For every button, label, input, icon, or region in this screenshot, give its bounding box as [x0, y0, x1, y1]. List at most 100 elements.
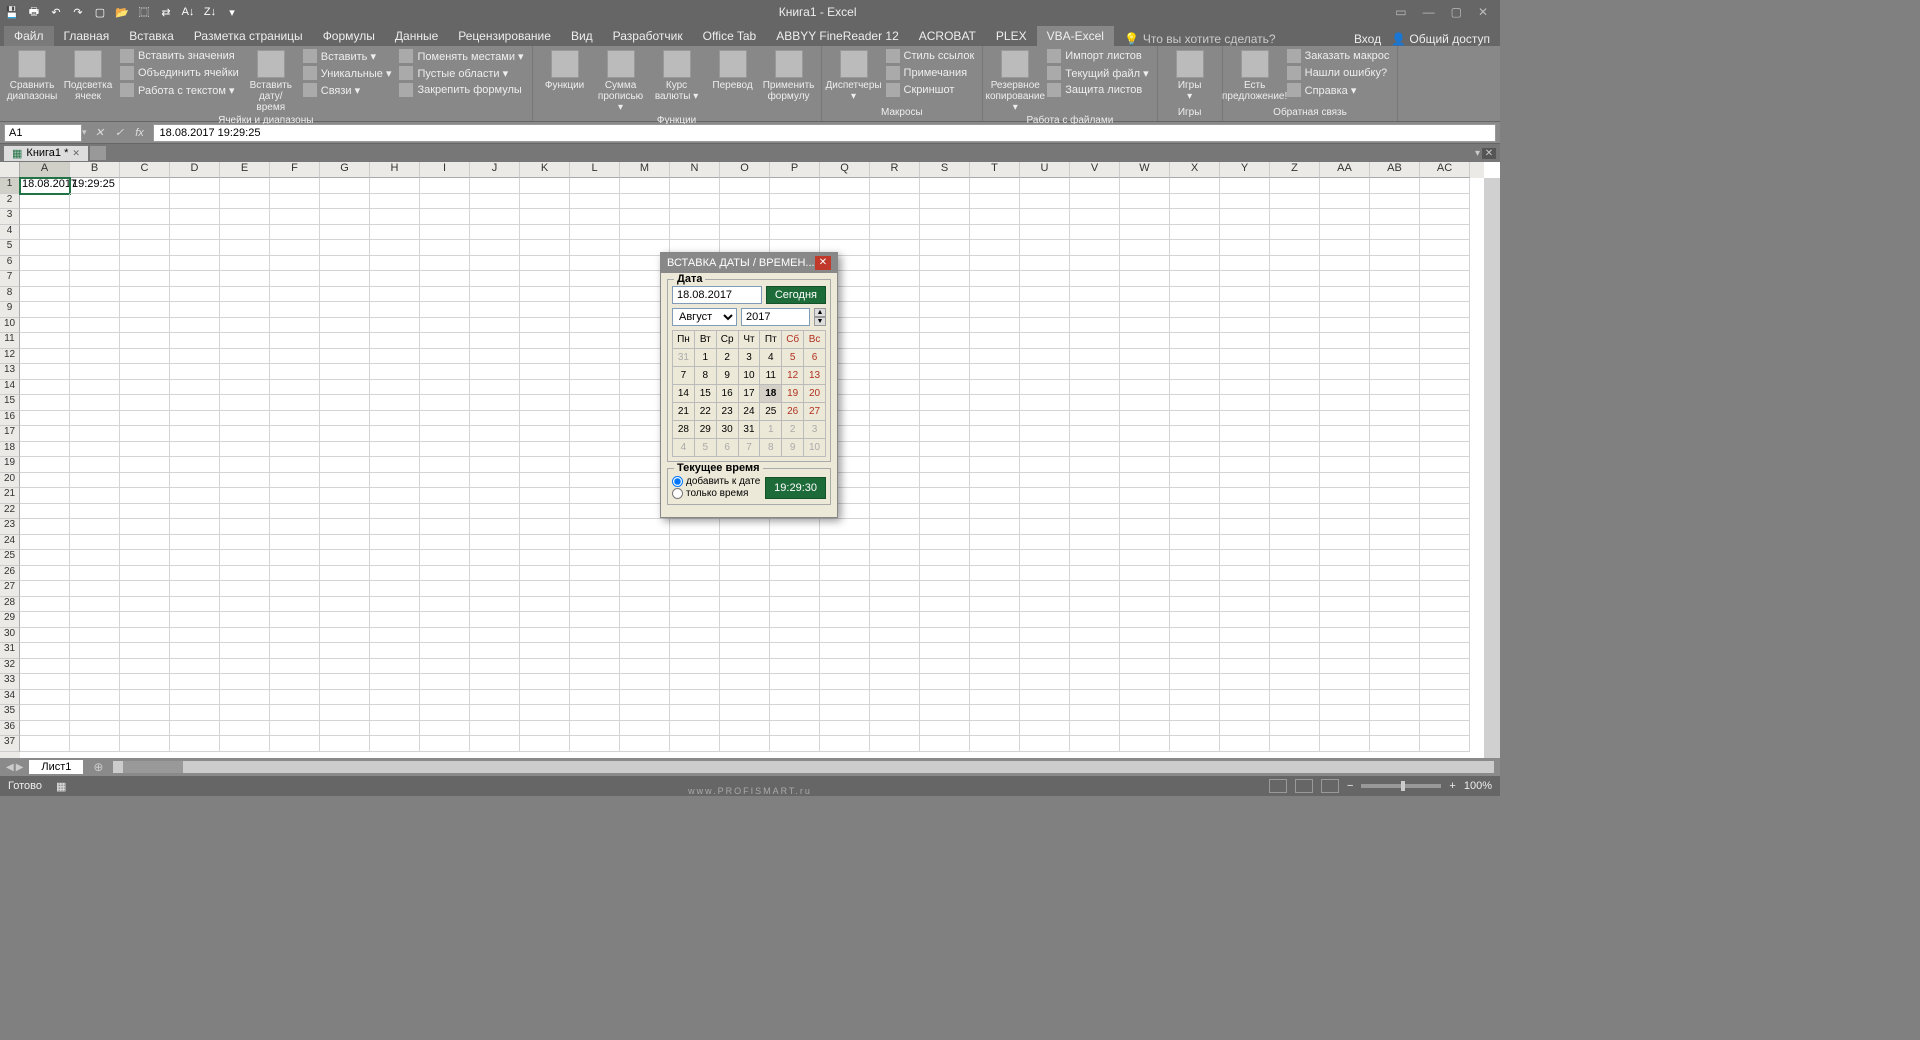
- cell[interactable]: [1370, 395, 1420, 411]
- calendar-day[interactable]: 11: [760, 367, 782, 385]
- cell[interactable]: [1170, 256, 1220, 272]
- cell[interactable]: [70, 612, 120, 628]
- cell[interactable]: [720, 674, 770, 690]
- cell[interactable]: [120, 364, 170, 380]
- cell[interactable]: [370, 674, 420, 690]
- cell[interactable]: [770, 581, 820, 597]
- calendar-day[interactable]: 22: [694, 403, 716, 421]
- cell[interactable]: [870, 178, 920, 194]
- cell[interactable]: [520, 612, 570, 628]
- cell[interactable]: [170, 271, 220, 287]
- cell[interactable]: [1120, 209, 1170, 225]
- cell[interactable]: [1170, 240, 1220, 256]
- cell[interactable]: [1320, 473, 1370, 489]
- cell[interactable]: [120, 597, 170, 613]
- cell[interactable]: [320, 442, 370, 458]
- cell[interactable]: [870, 318, 920, 334]
- cell[interactable]: [570, 581, 620, 597]
- cell[interactable]: [670, 209, 720, 225]
- row-header[interactable]: 11: [0, 333, 20, 349]
- cell[interactable]: [420, 473, 470, 489]
- cell[interactable]: [420, 411, 470, 427]
- cell[interactable]: [470, 271, 520, 287]
- cell[interactable]: [420, 457, 470, 473]
- cell[interactable]: [1420, 659, 1470, 675]
- cell[interactable]: [870, 643, 920, 659]
- calendar-day[interactable]: 14: [673, 385, 695, 403]
- cell[interactable]: [920, 256, 970, 272]
- cell[interactable]: [470, 457, 520, 473]
- cell[interactable]: [1020, 333, 1070, 349]
- cell[interactable]: [770, 566, 820, 582]
- zoom-level[interactable]: 100%: [1464, 780, 1492, 792]
- cell[interactable]: [370, 457, 420, 473]
- cell[interactable]: [1220, 395, 1270, 411]
- ribbon-button[interactable]: Перевод: [707, 48, 759, 93]
- cell[interactable]: [920, 349, 970, 365]
- cell[interactable]: [470, 194, 520, 210]
- calendar-day[interactable]: 2: [716, 349, 738, 367]
- cell[interactable]: [1220, 256, 1270, 272]
- row-header[interactable]: 28: [0, 597, 20, 613]
- cell[interactable]: [1370, 581, 1420, 597]
- row-header[interactable]: 15: [0, 395, 20, 411]
- month-select[interactable]: Август: [672, 308, 737, 326]
- cell[interactable]: [670, 736, 720, 752]
- column-header[interactable]: I: [420, 162, 470, 178]
- cell[interactable]: [870, 271, 920, 287]
- ribbon-button[interactable]: Функции: [539, 48, 591, 93]
- cell[interactable]: [370, 659, 420, 675]
- tab-разметка-страницы[interactable]: Разметка страницы: [184, 26, 313, 46]
- cell[interactable]: [870, 690, 920, 706]
- cell[interactable]: [970, 628, 1020, 644]
- dialog-titlebar[interactable]: ВСТАВКА ДАТЫ / ВРЕМЕН... ✕: [661, 253, 837, 273]
- cell[interactable]: [370, 178, 420, 194]
- cell[interactable]: [920, 271, 970, 287]
- date-input[interactable]: [672, 286, 762, 304]
- cell[interactable]: [670, 643, 720, 659]
- cell[interactable]: [720, 736, 770, 752]
- cell[interactable]: [1320, 736, 1370, 752]
- cell[interactable]: [370, 271, 420, 287]
- cell[interactable]: [770, 194, 820, 210]
- cell[interactable]: [520, 659, 570, 675]
- cell[interactable]: [220, 457, 270, 473]
- cell[interactable]: [470, 550, 520, 566]
- cell[interactable]: [1420, 302, 1470, 318]
- cell[interactable]: [1370, 426, 1420, 442]
- cell[interactable]: [1420, 318, 1470, 334]
- cell[interactable]: [270, 566, 320, 582]
- cell[interactable]: [1370, 302, 1420, 318]
- cell[interactable]: [820, 519, 870, 535]
- cell[interactable]: [120, 674, 170, 690]
- cell[interactable]: [120, 736, 170, 752]
- calendar-day[interactable]: 10: [804, 439, 826, 457]
- cell[interactable]: [1420, 581, 1470, 597]
- cell[interactable]: [1270, 333, 1320, 349]
- cell[interactable]: [120, 488, 170, 504]
- cell[interactable]: [870, 380, 920, 396]
- cell[interactable]: [1320, 690, 1370, 706]
- cell[interactable]: [1370, 628, 1420, 644]
- cell[interactable]: [420, 349, 470, 365]
- cell[interactable]: [870, 364, 920, 380]
- cell[interactable]: [420, 364, 470, 380]
- calendar-day[interactable]: 4: [760, 349, 782, 367]
- cell[interactable]: [70, 442, 120, 458]
- cell[interactable]: [170, 705, 220, 721]
- cell[interactable]: [1120, 597, 1170, 613]
- cell[interactable]: [1070, 256, 1120, 272]
- cell[interactable]: [420, 194, 470, 210]
- cell[interactable]: [20, 674, 70, 690]
- ribbon-button[interactable]: Заказать макрос: [1285, 48, 1392, 64]
- cell[interactable]: [20, 318, 70, 334]
- cell[interactable]: [1370, 690, 1420, 706]
- cell[interactable]: [270, 690, 320, 706]
- cell[interactable]: [120, 442, 170, 458]
- cell[interactable]: [1020, 566, 1070, 582]
- view-pagebreak-icon[interactable]: [1321, 779, 1339, 793]
- cell[interactable]: [470, 535, 520, 551]
- cell[interactable]: [720, 550, 770, 566]
- cell[interactable]: [70, 271, 120, 287]
- cell[interactable]: [1120, 721, 1170, 737]
